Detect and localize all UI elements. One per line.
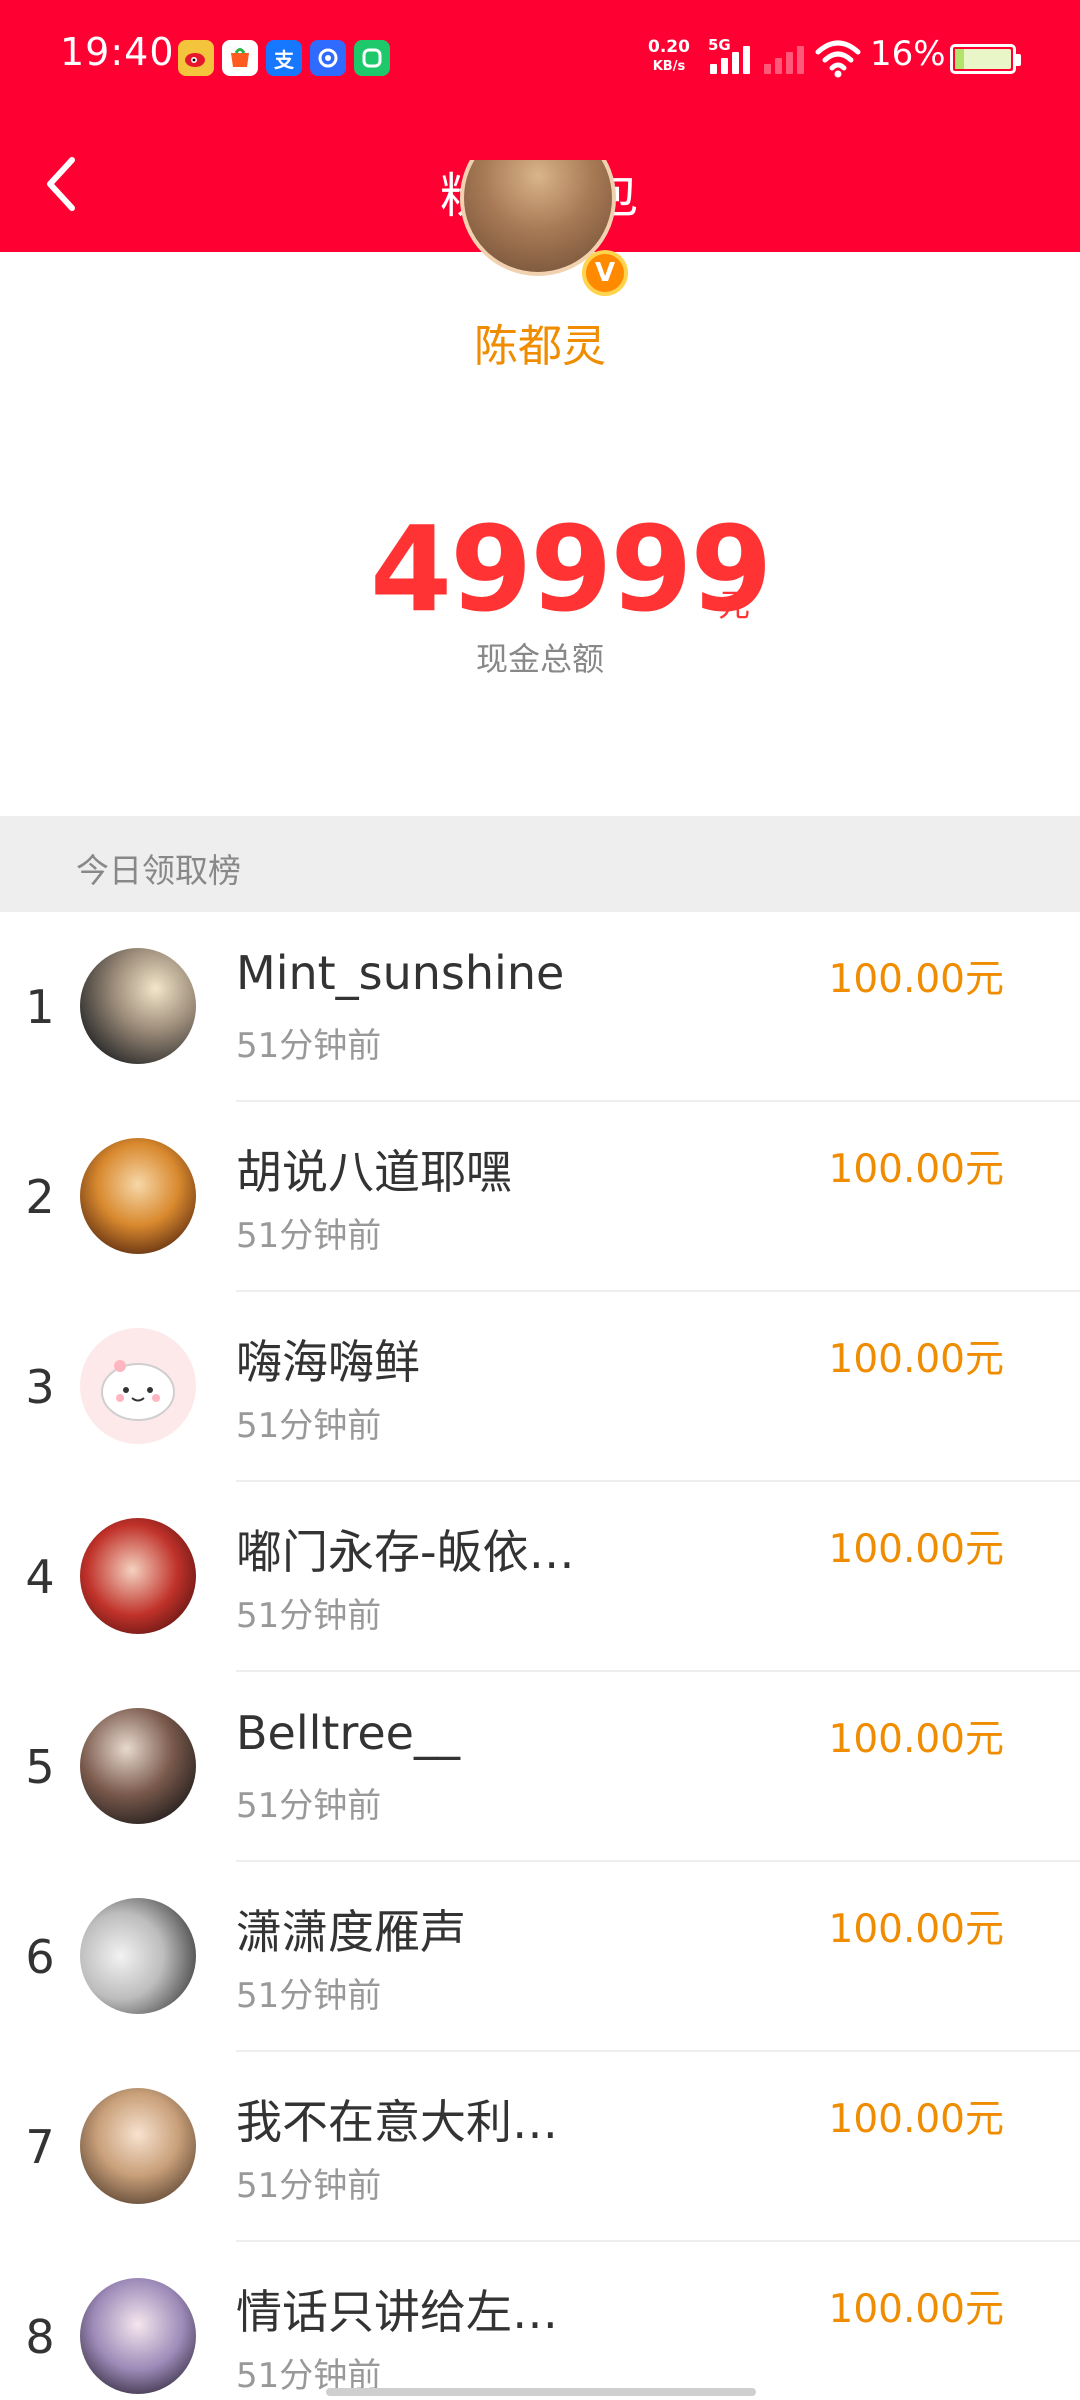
notification-icons: 支 <box>178 40 390 76</box>
rank-number: 2 <box>25 1170 55 1224</box>
avatar[interactable] <box>80 1708 196 1824</box>
alipay-icon: 支 <box>266 40 302 76</box>
claim-amount: 100.00元 <box>828 1527 1004 1572</box>
rank-number: 3 <box>25 1360 55 1414</box>
battery-percent: 16% <box>870 34 946 74</box>
weibo-icon <box>178 40 214 76</box>
signal-secondary-icon <box>764 44 804 74</box>
avatar[interactable] <box>80 2278 196 2394</box>
list-item[interactable]: 6 潇潇度雁声 51分钟前 100.00元 <box>0 1862 1080 2052</box>
claim-amount: 100.00元 <box>828 957 1004 1002</box>
avatar[interactable] <box>80 1518 196 1634</box>
claim-time: 51分钟前 <box>236 1596 382 1636</box>
avatar[interactable] <box>80 2088 196 2204</box>
avatar[interactable] <box>80 948 196 1064</box>
total-amount-caption: 现金总额 <box>475 640 604 678</box>
user-name: Mint_sunshine <box>236 946 565 1000</box>
list-item[interactable]: 5 Belltree__ 51分钟前 100.00元 <box>0 1672 1080 1862</box>
claim-amount: 100.00元 <box>828 1717 1004 1762</box>
claim-amount: 100.00元 <box>828 1337 1004 1382</box>
ranking-header: 今日领取榜 <box>0 816 1080 912</box>
rank-number: 8 <box>25 2310 55 2364</box>
user-name: 我不在意大利… <box>236 2095 558 2149</box>
avatar[interactable] <box>80 1898 196 2014</box>
user-name: 嘟门永存-皈依… <box>236 1525 575 1579</box>
user-name: 嗨海嗨鲜 <box>236 1335 420 1389</box>
ranking-title: 今日领取榜 <box>76 851 241 890</box>
list-item[interactable]: 2 胡说八道耶嘿 51分钟前 100.00元 <box>0 1102 1080 1292</box>
status-bar: 19:40 支 0.20 KB/s 5G 16% <box>0 0 1080 116</box>
user-name: 情话只讲给左… <box>236 2285 558 2339</box>
list-item[interactable]: 7 我不在意大利… 51分钟前 100.00元 <box>0 2052 1080 2242</box>
claim-time: 51分钟前 <box>236 1216 382 1256</box>
user-name: 潇潇度雁声 <box>236 1905 466 1959</box>
claim-time: 51分钟前 <box>236 2166 382 2206</box>
rank-number: 4 <box>25 1550 55 1604</box>
avatar[interactable] <box>80 1138 196 1254</box>
status-time: 19:40 <box>60 30 175 74</box>
rank-number: 5 <box>25 1740 55 1794</box>
claim-amount: 100.00元 <box>828 2097 1004 2142</box>
user-name: 胡说八道耶嘿 <box>236 1145 512 1199</box>
network-speed: 0.20 KB/s <box>648 38 690 76</box>
network-speed-unit: KB/s <box>652 59 686 74</box>
claim-amount: 100.00元 <box>828 1147 1004 1192</box>
list-item[interactable]: 4 嘟门永存-皈依… 51分钟前 100.00元 <box>0 1482 1080 1672</box>
total-amount: 49999 <box>370 500 773 638</box>
chat-app-icon <box>354 40 390 76</box>
cat-avatar-icon <box>101 1360 175 1421</box>
claim-amount: 100.00元 <box>828 1907 1004 1952</box>
wifi-icon <box>815 38 861 78</box>
network-speed-value: 0.20 <box>648 37 690 57</box>
list-item[interactable]: 3 嗨海嗨鲜 51分钟前 100.00元 <box>0 1292 1080 1482</box>
claim-time: 51分钟前 <box>236 1406 382 1446</box>
profile-name[interactable]: 陈都灵 <box>0 310 1080 374</box>
rank-number: 1 <box>25 980 55 1034</box>
user-name: Belltree__ <box>236 1706 460 1760</box>
claim-time: 51分钟前 <box>236 1786 382 1826</box>
signal-strength-icon <box>710 44 750 74</box>
verified-badge-icon: V <box>582 250 628 296</box>
claim-time: 51分钟前 <box>236 1976 382 2016</box>
total-amount-unit: 元 <box>718 586 751 624</box>
battery-level <box>955 49 1011 69</box>
home-indicator[interactable] <box>326 2388 756 2396</box>
claim-time: 51分钟前 <box>236 1026 382 1066</box>
claim-amount: 100.00元 <box>828 2287 1004 2332</box>
rank-number: 6 <box>25 1930 55 1984</box>
list-item[interactable]: 8 情话只讲给左… 51分钟前 100.00元 <box>0 2242 1080 2400</box>
avatar[interactable] <box>80 1328 196 1444</box>
store-icon <box>222 40 258 76</box>
baidu-netdisk-icon <box>310 40 346 76</box>
list-item[interactable]: 1 Mint_sunshine 51分钟前 100.00元 <box>0 912 1080 1102</box>
battery-icon <box>950 44 1021 74</box>
rank-number: 7 <box>25 2120 55 2174</box>
